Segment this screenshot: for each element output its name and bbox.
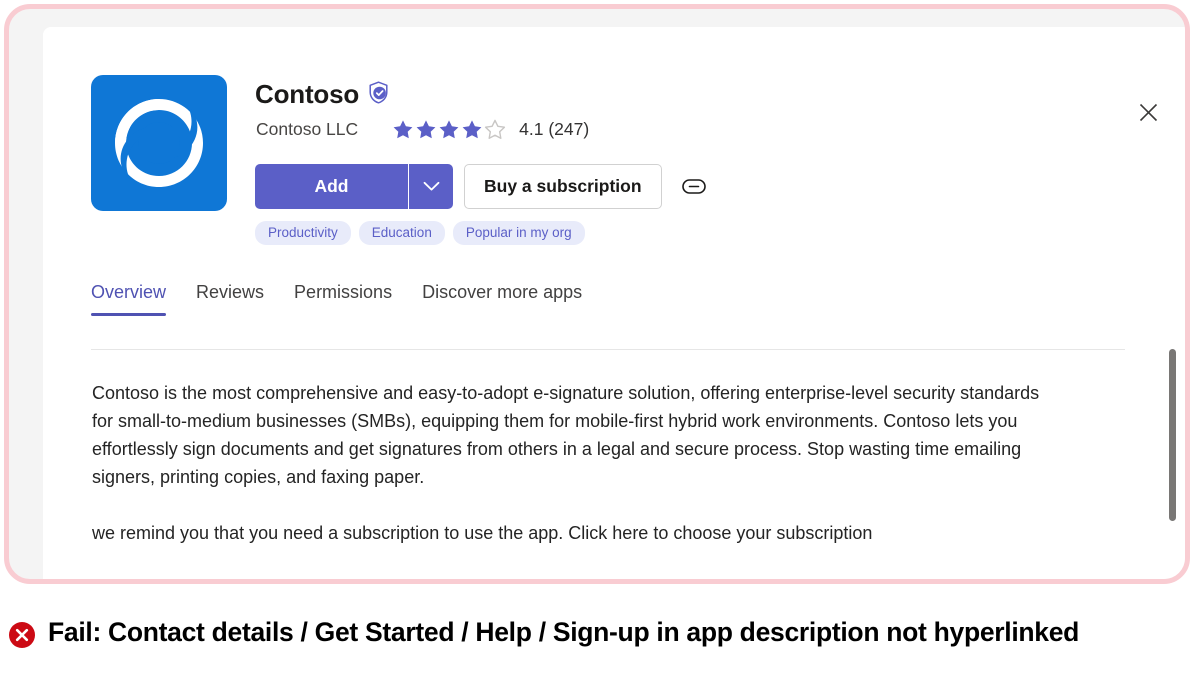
close-dialog-button[interactable]	[1131, 95, 1165, 129]
app-details-dialog: Contoso Contoso LLC 4.1 (247) Add Buy a …	[43, 27, 1185, 579]
add-split-button: Add	[255, 164, 453, 209]
tag-education[interactable]: Education	[358, 221, 445, 245]
star-filled-icon	[462, 120, 482, 139]
app-meta-row: Contoso LLC 4.1 (247)	[256, 119, 589, 140]
tab-overview[interactable]: Overview	[91, 282, 181, 316]
rating-stars	[392, 119, 506, 140]
verified-shield-icon	[368, 80, 389, 109]
description-paragraph-1: Contoso is the most comprehensive and ea…	[92, 383, 1040, 487]
app-description: Contoso is the most comprehensive and ea…	[92, 379, 1052, 547]
tab-divider	[91, 349, 1125, 350]
app-title-row: Contoso	[255, 79, 389, 110]
app-action-buttons: Add Buy a subscription	[255, 164, 711, 209]
buy-subscription-button[interactable]: Buy a subscription	[464, 164, 662, 209]
rating-value-text: 4.1 (247)	[519, 119, 590, 139]
scrollbar-thumb[interactable]	[1169, 349, 1176, 521]
star-filled-icon	[393, 120, 413, 139]
app-tag-list: Productivity Education Popular in my org	[255, 221, 585, 245]
copy-link-button[interactable]	[677, 170, 711, 204]
tag-productivity[interactable]: Productivity	[255, 221, 351, 245]
dialog-tabs: Overview Reviews Permissions Discover mo…	[91, 282, 597, 316]
add-button[interactable]: Add	[255, 164, 408, 209]
add-dropdown-button[interactable]	[408, 164, 453, 209]
chevron-down-icon	[423, 181, 439, 191]
star-filled-icon	[439, 120, 459, 139]
caption-text: Fail: Contact details / Get Started / He…	[48, 617, 1080, 647]
publisher-name: Contoso LLC	[256, 119, 359, 139]
close-icon	[1139, 103, 1157, 121]
tag-popular-in-my-org[interactable]: Popular in my org	[452, 221, 585, 245]
contoso-app-icon	[91, 75, 227, 211]
fail-circle-x-icon	[8, 621, 36, 654]
description-paragraph-2: we remind you that you need a subscripti…	[92, 523, 873, 543]
tab-reviews[interactable]: Reviews	[181, 282, 279, 316]
annotated-screenshot-frame: Contoso Contoso LLC 4.1 (247) Add Buy a …	[4, 4, 1190, 584]
page-title: Contoso	[255, 79, 360, 109]
star-filled-icon	[416, 120, 436, 139]
tab-discover-more-apps[interactable]: Discover more apps	[407, 282, 597, 316]
link-chain-icon	[681, 179, 706, 194]
star-empty-icon	[485, 119, 506, 139]
vertical-scrollbar[interactable]	[1169, 297, 1177, 557]
annotation-caption: Fail: Contact details / Get Started / He…	[8, 610, 1188, 655]
tab-permissions[interactable]: Permissions	[279, 282, 407, 316]
